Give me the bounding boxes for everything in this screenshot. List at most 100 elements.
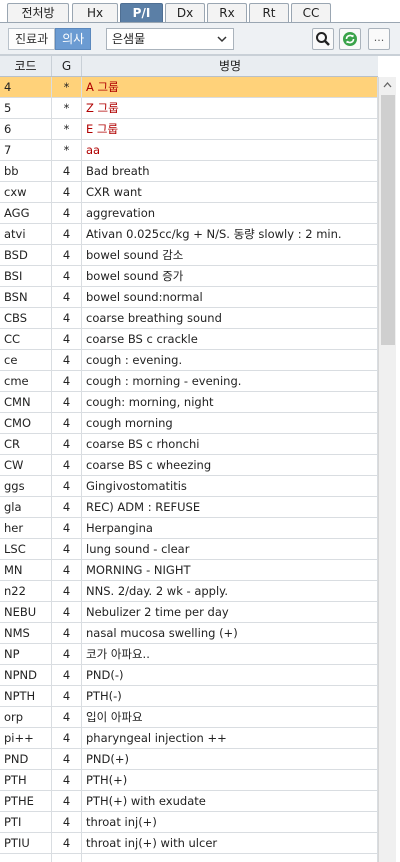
group-cell: 4 — [52, 602, 82, 622]
code-cell: ce — [0, 350, 52, 370]
table-row[interactable]: gla 4 REC) ADM : REFUSE — [0, 497, 378, 518]
group-cell: 4 — [52, 308, 82, 328]
table-row[interactable]: CMN 4 cough: morning, night — [0, 392, 378, 413]
group-cell: 4 — [52, 224, 82, 244]
name-cell: PND(-) — [82, 665, 378, 685]
table-row[interactable]: 7 * aa — [0, 140, 378, 161]
name-column-header[interactable]: 병명 — [82, 56, 378, 76]
table-row[interactable]: pi++ 4 pharyngeal injection ++ — [0, 728, 378, 749]
group-cell: 4 — [52, 665, 82, 685]
name-cell: cough: morning, night — [82, 392, 378, 412]
code-cell: atvi — [0, 224, 52, 244]
code-cell: BSD — [0, 245, 52, 265]
tab-dx[interactable]: Dx — [165, 3, 205, 22]
name-cell: CXR want — [82, 182, 378, 202]
tab-label: 전처방 — [21, 6, 55, 20]
name-cell: cough : morning - evening. — [82, 371, 378, 391]
tab-pi[interactable]: P/I — [120, 3, 163, 22]
department-button[interactable]: 진료과 — [8, 28, 56, 50]
table-row[interactable]: NEBU 4 Nebulizer 2 time per day — [0, 602, 378, 623]
table-row[interactable]: orp 4 입이 아파요 — [0, 707, 378, 728]
code-cell: NMS — [0, 623, 52, 643]
table-row[interactable]: 6 * E 그룹 — [0, 119, 378, 140]
group-cell: * — [52, 140, 82, 160]
table-row[interactable]: NPND 4 PND(-) — [0, 665, 378, 686]
code-cell: CMO — [0, 413, 52, 433]
code-cell: NPTH — [0, 686, 52, 706]
name-cell: bowel sound:normal — [82, 287, 378, 307]
name-cell: Ativan 0.025cc/kg + N/S. 동량 slowly : 2 m… — [82, 224, 378, 244]
code-cell: BSN — [0, 287, 52, 307]
table-row[interactable]: MN 4 MORNING - NIGHT — [0, 560, 378, 581]
code-cell: cme — [0, 371, 52, 391]
tab-label: Rx — [219, 6, 235, 20]
code-cell: orp — [0, 707, 52, 727]
table-row[interactable]: BSI 4 bowel sound 증가 — [0, 266, 378, 287]
tab-hx[interactable]: Hx — [72, 3, 118, 22]
name-cell: bowel sound 증가 — [82, 266, 378, 286]
group-column-header[interactable]: G — [52, 56, 82, 76]
table-row[interactable]: atvi 4 Ativan 0.025cc/kg + N/S. 동량 slowly … — [0, 224, 378, 245]
table-row[interactable]: CW 4 coarse BS c wheezing — [0, 455, 378, 476]
code-cell: pi++ — [0, 728, 52, 748]
table-row[interactable]: cme 4 cough : morning - evening. — [0, 371, 378, 392]
grid-rows: 4 * A 그룹 5 * Z 그룹 6 * E 그룹 7 * aa bb 4 Bad breath cxw 4 C… — [0, 77, 378, 862]
table-row[interactable]: cxw 4 CXR want — [0, 182, 378, 203]
name-cell: throat inj(+) with ulcer — [82, 833, 378, 853]
table-row[interactable]: LSC 4 lung sound - clear — [0, 539, 378, 560]
group-cell: 4 — [52, 245, 82, 265]
name-cell: cough morning — [82, 413, 378, 433]
table-row[interactable]: CC 4 coarse BS c crackle — [0, 329, 378, 350]
table-row[interactable]: 4 * A 그룹 — [0, 77, 378, 98]
doctor-select[interactable]: 은샘물 — [106, 28, 234, 50]
table-row[interactable]: BSD 4 bowel sound 감소 — [0, 245, 378, 266]
name-cell: REC) ADM : REFUSE — [82, 497, 378, 517]
grid-header: 코드 G 병명 — [0, 56, 378, 77]
name-cell: NNS. 2/day. 2 wk - apply. — [82, 581, 378, 601]
group-cell: 4 — [52, 371, 82, 391]
doctor-select-value: 은샘물 — [112, 32, 146, 46]
table-row[interactable]: ggs 4 Gingivostomatitis — [0, 476, 378, 497]
table-row[interactable]: PTIU 4 throat inj(+) with ulcer — [0, 833, 378, 854]
table-row[interactable]: PTH 4 PTH(+) — [0, 770, 378, 791]
more-button[interactable]: ... — [368, 28, 390, 50]
doctor-button[interactable]: 의사 — [55, 28, 92, 50]
tab-cc[interactable]: CC — [291, 3, 331, 22]
table-row[interactable]: n22 4 NNS. 2/day. 2 wk - apply. — [0, 581, 378, 602]
code-cell: BSI — [0, 266, 52, 286]
search-button[interactable] — [312, 28, 334, 50]
table-row[interactable]: NMS 4 nasal mucosa swelling (+) — [0, 623, 378, 644]
table-row[interactable]: CR 4 coarse BS c rhonchi — [0, 434, 378, 455]
table-row[interactable]: CBS 4 coarse breathing sound — [0, 308, 378, 329]
table-row[interactable]: bb 4 Bad breath — [0, 161, 378, 182]
table-row[interactable]: AGG 4 aggrevation — [0, 203, 378, 224]
table-row[interactable]: CMO 4 cough morning — [0, 413, 378, 434]
tab-rx[interactable]: Rx — [207, 3, 247, 22]
code-column-header[interactable]: 코드 — [0, 56, 52, 76]
vertical-scrollbar[interactable] — [378, 77, 396, 862]
table-row[interactable]: NP 4 코가 아파요.. — [0, 644, 378, 665]
table-row[interactable]: NPTH 4 PTH(-) — [0, 686, 378, 707]
name-cell: PTH(-) — [82, 686, 378, 706]
table-row[interactable]: ce 4 cough : evening. — [0, 350, 378, 371]
group-cell — [52, 854, 82, 862]
table-row[interactable]: 5 * Z 그룹 — [0, 98, 378, 119]
table-row[interactable]: PTI 4 throat inj(+) — [0, 812, 378, 833]
scrollbar-thumb[interactable] — [381, 95, 395, 345]
code-cell: cxw — [0, 182, 52, 202]
code-cell: MN — [0, 560, 52, 580]
table-row[interactable]: her 4 Herpangina — [0, 518, 378, 539]
tab-rt[interactable]: Rt — [249, 3, 289, 22]
table-row[interactable]: PND 4 PND(+) — [0, 749, 378, 770]
tab-history-orders[interactable]: 전처방 — [7, 3, 69, 22]
refresh-button[interactable] — [339, 28, 361, 50]
code-cell: 5 — [0, 98, 52, 118]
scroll-up-icon[interactable] — [379, 77, 396, 94]
table-row[interactable]: BSN 4 bowel sound:normal — [0, 287, 378, 308]
group-cell: 4 — [52, 686, 82, 706]
table-row[interactable] — [0, 854, 378, 862]
table-row[interactable]: PTHE 4 PTH(+) with exudate — [0, 791, 378, 812]
group-cell: 4 — [52, 266, 82, 286]
name-cell: coarse breathing sound — [82, 308, 378, 328]
group-cell: 4 — [52, 707, 82, 727]
